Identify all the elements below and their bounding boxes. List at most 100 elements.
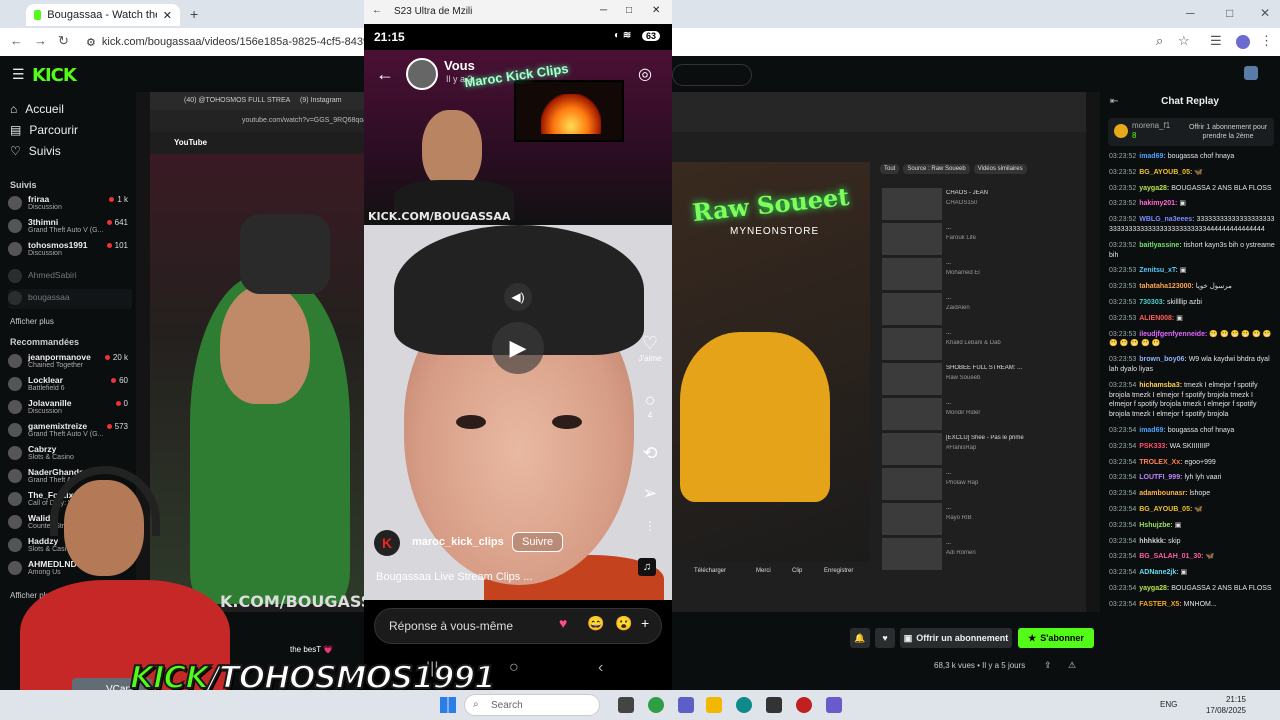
windows-start-icon[interactable] [440, 697, 456, 713]
task-view-icon[interactable] [618, 697, 634, 713]
message-username[interactable]: hakimy201: [1139, 200, 1177, 207]
minimize-window-icon[interactable]: ─ [600, 5, 607, 16]
profile-avatar[interactable] [1236, 35, 1250, 49]
message-username[interactable]: 730303: [1139, 299, 1165, 306]
download-button[interactable]: Télécharger [694, 568, 726, 574]
laugh-reaction-icon[interactable]: 😄 [587, 615, 604, 632]
message-username[interactable]: TROLEX_Xx: [1139, 459, 1182, 466]
nav-browse[interactable]: ▤ Parcourir [10, 123, 78, 137]
related-video-item[interactable]: SHOBEE FULL STREAM: ... Raw Soueeb [882, 363, 1032, 397]
related-video-item[interactable]: ... Mohamed El [882, 258, 1032, 292]
related-video-item[interactable]: CHAOS - JEAN CHAOS150 [882, 188, 1032, 222]
pinned-gift-banner[interactable]: morena_f1 8 Offrir 1 abonnement pour pre… [1108, 118, 1274, 146]
story-username[interactable]: Vous [444, 58, 475, 73]
url-field[interactable]: ⚙ kick.com/bougassaa/videos/156e185a-982… [86, 32, 366, 52]
new-tab-button[interactable]: + [190, 6, 198, 22]
notification-bell-button[interactable]: 🔔 [850, 628, 870, 648]
message-username[interactable]: hhhkkk: [1139, 538, 1166, 545]
kick-logo[interactable]: KICK [32, 65, 77, 86]
following-channel[interactable]: tohosmos1991 Discussion 101 [8, 240, 132, 260]
message-username[interactable]: LOUTFI_999: [1139, 474, 1182, 481]
add-reaction-icon[interactable]: + [641, 615, 649, 631]
follow-heart-button[interactable]: ♥ [875, 628, 895, 648]
recommended-channel[interactable]: Locklear Battlefield 6 60 [8, 375, 132, 395]
message-username[interactable]: baitlyassine: [1139, 242, 1181, 249]
follow-button[interactable]: Suivre [512, 532, 564, 552]
message-username[interactable]: PSK333: [1139, 443, 1167, 450]
back-icon[interactable]: ← [372, 5, 382, 16]
maximize-window-icon[interactable]: □ [1226, 6, 1233, 20]
share-icon[interactable]: ⇪ [1044, 660, 1052, 671]
save-button[interactable]: Enregistrer [824, 568, 853, 574]
message-username[interactable]: tahataha123000: [1139, 283, 1193, 290]
hamburger-menu-icon[interactable]: ☰ [12, 66, 25, 83]
speaker-icon[interactable]: ◀) [504, 283, 532, 311]
related-video-item[interactable]: ... Pholaw Rap [882, 468, 1032, 502]
close-tab-icon[interactable]: ✕ [163, 9, 172, 22]
subscribe-button[interactable]: ★ S'abonner [1018, 628, 1094, 648]
heart-reaction-icon[interactable]: ♥ [559, 615, 567, 631]
message-username[interactable]: hichamsba3: [1139, 382, 1182, 389]
nav-following[interactable]: ♡ Suivis [10, 144, 61, 158]
message-username[interactable]: imad69: [1139, 153, 1165, 160]
zoom-icon[interactable]: ⌕ [1156, 33, 1163, 49]
following-channel-offline[interactable]: bougassaa [8, 289, 132, 309]
surprised-reaction-icon[interactable]: 😮 [615, 615, 632, 632]
reel-video[interactable]: ◀) ▶ ♡ J'aime ○ 4 ⟲ ➢ ⋮ K maroc_kick_clips… [364, 225, 672, 600]
following-channel[interactable]: friraa Discussion 1 k [8, 194, 132, 214]
reel-caption[interactable]: Bougassaa Live Stream Clips ... [376, 571, 533, 583]
author-avatar[interactable]: K [374, 530, 400, 556]
search-input[interactable] [672, 64, 752, 86]
reply-input[interactable]: Réponse à vous-même ♥ 😄 😮 + [374, 608, 662, 644]
close-window-icon[interactable]: ✕ [1260, 6, 1270, 20]
forward-icon[interactable]: → [34, 33, 47, 48]
obs-icon[interactable] [796, 697, 812, 713]
site-info-icon[interactable]: ⚙ [86, 36, 96, 49]
nav-back-icon[interactable]: ‹ [598, 659, 603, 677]
bookmark-star-icon[interactable]: ☆ [1178, 33, 1190, 49]
related-video-item[interactable]: [EXCLU] Shee - Pas le prime #FlanisRap [882, 433, 1032, 467]
recommended-channel[interactable]: jeanpormanove Chained Together 20 k [8, 352, 132, 372]
home-button-icon[interactable]: ○ [509, 659, 519, 677]
like-button[interactable]: ♡ J'aime [636, 333, 664, 363]
remix-button[interactable]: ⟲ [636, 443, 664, 464]
file-explorer-icon[interactable] [706, 697, 722, 713]
message-username[interactable]: BG_SALAH_01_30: [1139, 553, 1203, 560]
story-avatar[interactable] [406, 58, 438, 90]
instagram-story[interactable]: Maroc Kick Clips KICK.COM/BOUGASSAA ← Vo… [364, 50, 672, 600]
related-video-item[interactable]: ... Khalid Lebani & Dab [882, 328, 1032, 362]
related-video-item[interactable]: ... Mondir Rider [882, 398, 1032, 432]
message-username[interactable]: ADNane2jk: [1139, 569, 1178, 576]
message-username[interactable]: BG_AYOUB_05: [1139, 169, 1192, 176]
message-username[interactable]: WBLG_na3eees: [1139, 216, 1194, 223]
minimize-window-icon[interactable]: ─ [1186, 6, 1195, 20]
message-username[interactable]: ileudjfgenfyenneide: [1139, 331, 1207, 338]
app-icon[interactable] [826, 697, 842, 713]
recommended-channel[interactable]: gamemixtreize Grand Theft Auto V (G... 573 [8, 421, 132, 441]
reload-icon[interactable]: ↻ [58, 33, 69, 49]
author-name[interactable]: maroc_kick_clips [412, 536, 504, 548]
show-more-following[interactable]: Afficher plus [10, 317, 54, 326]
back-icon[interactable]: ← [10, 33, 23, 48]
message-username[interactable]: FASTER_X5: [1139, 601, 1181, 608]
message-username[interactable]: imad69: [1139, 427, 1165, 434]
recommended-channel[interactable]: Jolavanille Discussion 0 [8, 398, 132, 418]
share-button[interactable]: ➢ [636, 483, 664, 504]
user-avatar[interactable] [1244, 66, 1258, 80]
play-button[interactable]: ▶ [492, 322, 544, 374]
clip-button[interactable]: Clip [792, 568, 802, 574]
comment-button[interactable]: ○ 4 [636, 390, 664, 420]
camera-icon[interactable]: ◎ [638, 64, 652, 84]
teams-icon[interactable] [678, 697, 694, 713]
store-icon[interactable] [766, 697, 782, 713]
story-back-icon[interactable]: ← [376, 64, 394, 85]
thanks-button[interactable]: Merci [756, 568, 771, 574]
related-video-item[interactable]: ... Rayo RIB [882, 503, 1032, 537]
browser-menu-icon[interactable]: ⋮ [1260, 33, 1273, 49]
following-channel-offline[interactable]: AhmedSabiri [8, 267, 132, 287]
message-username[interactable]: brown_boy06: [1139, 356, 1186, 363]
message-username[interactable]: yayga28: [1139, 185, 1169, 192]
message-username[interactable]: BG_AYOUB_05: [1139, 506, 1192, 513]
message-username[interactable]: yayga28: [1139, 585, 1169, 592]
related-video-item[interactable]: ... ZaidAlen [882, 293, 1032, 327]
